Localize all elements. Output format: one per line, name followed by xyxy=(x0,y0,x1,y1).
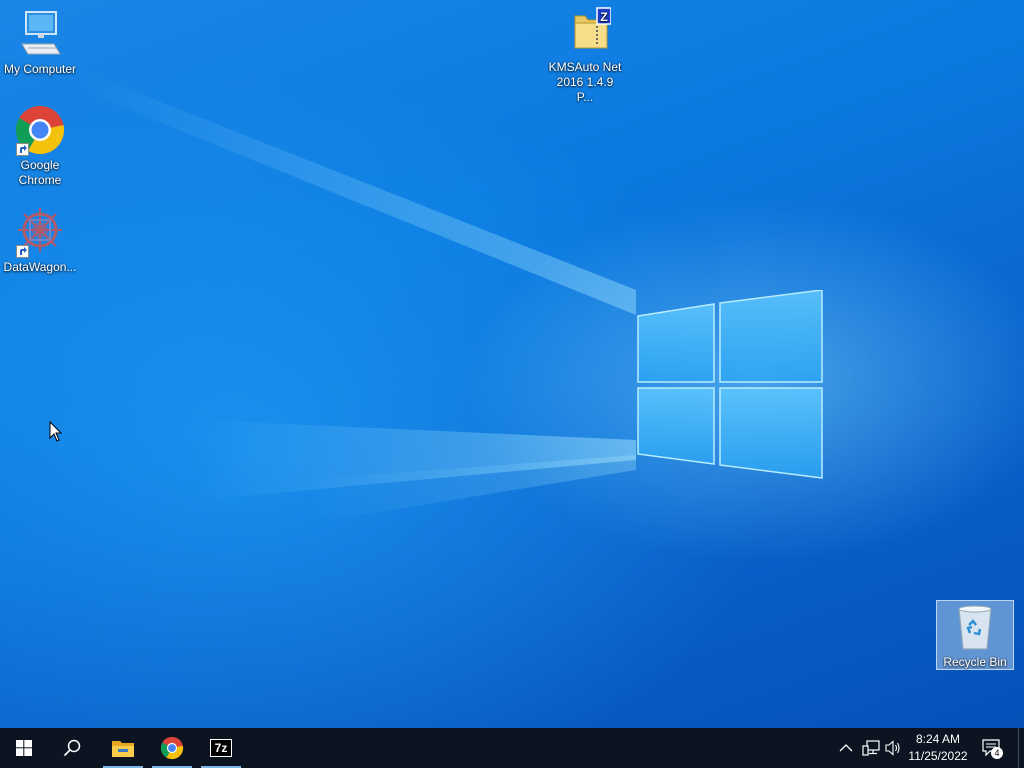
speaker-icon xyxy=(885,740,900,756)
desktop-icon-kmsauto-archive[interactable]: Z KMSAuto Net 2016 1.4.9 P... xyxy=(545,6,625,105)
search-icon xyxy=(63,739,81,757)
datawagon-icon xyxy=(14,206,66,258)
svg-text:Z: Z xyxy=(600,10,607,24)
clock-date: 11/25/2022 xyxy=(908,749,968,763)
network-button[interactable] xyxy=(861,738,881,758)
taskbar-clock[interactable]: 8:24 AM 11/25/2022 xyxy=(904,731,972,765)
network-icon xyxy=(862,740,880,756)
taskbar-file-explorer[interactable] xyxy=(99,728,147,768)
desktop-icon-label: KMSAuto Net 2016 1.4.9 P... xyxy=(548,60,622,104)
recycle-bin-icon xyxy=(949,601,1001,653)
desktop-icon-label: Google Chrome xyxy=(18,158,62,187)
windows-logo-wallpaper xyxy=(637,290,823,479)
desktop-icon-my-computer[interactable]: My Computer xyxy=(0,8,80,77)
taskbar-7zip[interactable]: 7z xyxy=(197,728,245,768)
wallpaper-light-beams xyxy=(80,70,636,520)
show-desktop-button[interactable] xyxy=(1018,728,1024,768)
file-explorer-icon xyxy=(112,741,134,757)
volume-button[interactable] xyxy=(884,738,904,758)
7zip-label: 7z xyxy=(211,740,231,756)
desktop-icon-google-chrome[interactable]: Google Chrome xyxy=(0,104,80,188)
action-center-button[interactable]: 4 xyxy=(982,738,1003,759)
show-hidden-icons-button[interactable] xyxy=(836,738,856,758)
desktop-icon-label: DataWagon... xyxy=(3,260,77,274)
zip-archive-icon: Z xyxy=(559,6,612,58)
search-button[interactable] xyxy=(48,728,96,768)
7zip-icon: 7z xyxy=(210,739,232,757)
desktop-icon-recycle-bin[interactable]: Recycle Bin xyxy=(936,600,1014,670)
windows-start-icon xyxy=(16,740,32,756)
desktop-icon-label: Recycle Bin xyxy=(943,655,1007,669)
start-button[interactable] xyxy=(0,728,48,768)
desktop-icon-datawagon[interactable]: DataWagon... xyxy=(0,206,80,275)
clock-time: 8:24 AM xyxy=(915,732,961,746)
chrome-icon xyxy=(14,104,66,156)
taskbar-chrome[interactable] xyxy=(148,728,196,768)
mouse-cursor-icon xyxy=(49,421,63,442)
chevron-up-icon xyxy=(839,744,853,752)
desktop[interactable]: My Computer Google Chrome DataWagon... Z… xyxy=(0,0,1024,728)
notification-count-badge: 4 xyxy=(991,747,1003,759)
shortcut-arrow-icon xyxy=(16,245,29,258)
taskbar: 7z 8:24 AM 11/25/2022 4 xyxy=(0,728,1024,768)
desktop-icon-label: My Computer xyxy=(3,62,77,76)
computer-icon xyxy=(14,8,66,60)
shortcut-arrow-icon xyxy=(16,143,29,156)
chrome-icon xyxy=(160,736,184,760)
